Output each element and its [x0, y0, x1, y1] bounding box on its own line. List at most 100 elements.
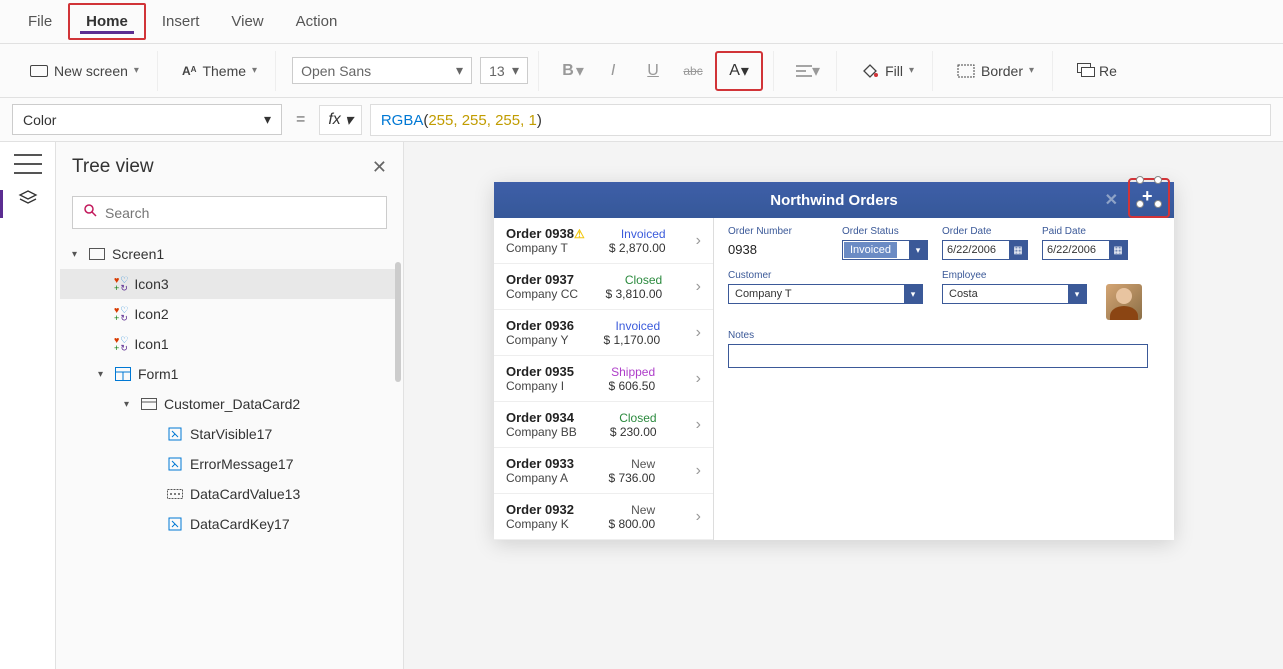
- tree-node-label: ErrorMessage17: [190, 456, 294, 472]
- chevron-down-icon: ▾: [909, 241, 927, 259]
- app-body: Order 0938⚠Company TInvoiced$ 2,870.00›O…: [494, 218, 1174, 540]
- formula-input[interactable]: RGBA(255, 255, 255, 1): [370, 104, 1271, 136]
- tree-view-panel: Tree view ✕ ▾Screen1♥♡+↻Icon3♥♡+↻Icon2♥♡…: [56, 142, 404, 669]
- hamburger-button[interactable]: [14, 154, 42, 174]
- tree-node[interactable]: ♥♡+↻Icon1: [60, 329, 399, 359]
- new-screen-label: New screen: [54, 63, 128, 79]
- order-list-item[interactable]: Order 0934Company BBClosed$ 230.00›: [494, 402, 713, 448]
- align-button[interactable]: ▾: [790, 55, 826, 87]
- screen-icon: [30, 65, 48, 77]
- menu-insert[interactable]: Insert: [146, 5, 216, 38]
- customer-select[interactable]: Company T ▾: [728, 284, 923, 304]
- selection-handles[interactable]: +: [1128, 178, 1170, 218]
- theme-button[interactable]: Aᴬ Theme ▾: [174, 59, 265, 83]
- canvas[interactable]: Northwind Orders + ✕ Order 0938⚠Company …: [404, 142, 1283, 669]
- tree-node[interactable]: ♥♡+↻Icon3: [60, 269, 399, 299]
- order-status-select[interactable]: Invoiced ▾: [842, 240, 928, 260]
- tree-list: ▾Screen1♥♡+↻Icon3♥♡+↻Icon2♥♡+↻Icon1▾Form…: [56, 239, 403, 669]
- tree-node[interactable]: ♥♡+↻Icon2: [60, 299, 399, 329]
- new-screen-button[interactable]: New screen ▾: [22, 59, 147, 83]
- menu-file[interactable]: File: [12, 5, 68, 38]
- equals-label: =: [290, 111, 311, 129]
- app-header: Northwind Orders + ✕: [494, 182, 1174, 218]
- chevron-right-icon: ›: [696, 324, 701, 342]
- order-list-item[interactable]: Order 0935Company IShipped$ 606.50›: [494, 356, 713, 402]
- tree-node-label: DataCardKey17: [190, 516, 290, 532]
- order-list-item[interactable]: Order 0937Company CCClosed$ 3,810.00›: [494, 264, 713, 310]
- chevron-down-icon: ▾: [904, 285, 922, 303]
- theme-icon: Aᴬ: [182, 64, 197, 78]
- underline-button[interactable]: U: [635, 55, 671, 87]
- align-icon: [796, 64, 812, 78]
- menu-view[interactable]: View: [215, 5, 279, 38]
- calendar-icon: ▦: [1109, 241, 1127, 259]
- border-icon: [957, 64, 975, 78]
- chevron-right-icon: ›: [696, 370, 701, 388]
- tree-node-label: Icon2: [134, 306, 168, 322]
- chevron-down-icon: ▾: [456, 62, 463, 79]
- order-list[interactable]: Order 0938⚠Company TInvoiced$ 2,870.00›O…: [494, 218, 714, 540]
- fx-button[interactable]: fx▾: [319, 105, 361, 135]
- italic-button[interactable]: I: [595, 55, 631, 87]
- tree-node-label: Customer_DataCard2: [164, 396, 300, 412]
- tree-node[interactable]: StarVisible17: [60, 419, 399, 449]
- bold-button[interactable]: B▾: [555, 55, 591, 87]
- border-label: Border: [981, 63, 1023, 79]
- label-customer: Customer: [728, 270, 928, 281]
- order-list-item[interactable]: Order 0936Company YInvoiced$ 1,170.00›: [494, 310, 713, 356]
- border-button[interactable]: Border ▾: [949, 59, 1042, 83]
- chevron-down-icon: ▾: [134, 65, 139, 76]
- fill-button[interactable]: Fill ▾: [853, 59, 922, 83]
- tree-node[interactable]: ▾Form1: [60, 359, 399, 389]
- font-size-select[interactable]: 13 ▾: [480, 57, 528, 84]
- close-icon[interactable]: ✕: [372, 157, 387, 178]
- label-paid-date: Paid Date: [1042, 226, 1128, 237]
- chevron-down-icon: ▾: [1029, 65, 1034, 76]
- font-name-select[interactable]: Open Sans ▾: [292, 57, 472, 84]
- chevron-down-icon: ▾: [264, 111, 271, 128]
- menu-home[interactable]: Home: [68, 3, 146, 40]
- scrollbar-thumb[interactable]: [395, 262, 401, 382]
- reorder-icon: [1077, 63, 1093, 79]
- tree-node[interactable]: ErrorMessage17: [60, 449, 399, 479]
- tree-node[interactable]: DataCardKey17: [60, 509, 399, 539]
- order-date-input[interactable]: 6/22/2006 ▦: [942, 240, 1028, 260]
- app-preview: Northwind Orders + ✕ Order 0938⚠Company …: [494, 182, 1174, 540]
- tree-node-label: StarVisible17: [190, 426, 272, 442]
- label-order-number: Order Number: [728, 226, 828, 237]
- reorder-button[interactable]: Re: [1069, 59, 1125, 83]
- order-list-item[interactable]: Order 0932Company KNew$ 800.00›: [494, 494, 713, 540]
- tree-node[interactable]: ▾Screen1: [60, 239, 399, 269]
- strikethrough-button[interactable]: abc: [675, 55, 711, 87]
- chevron-down-icon: ▾: [1068, 285, 1086, 303]
- layers-icon: [18, 190, 38, 206]
- tree-search[interactable]: [72, 196, 387, 229]
- property-select[interactable]: Color ▾: [12, 104, 282, 135]
- chevron-right-icon: ›: [696, 232, 701, 250]
- menu-action[interactable]: Action: [280, 5, 354, 38]
- chevron-down-icon: ▾: [909, 65, 914, 76]
- employee-select[interactable]: Costa ▾: [942, 284, 1087, 304]
- cancel-icon[interactable]: ✕: [1105, 190, 1118, 210]
- order-list-item[interactable]: Order 0933Company ANew$ 736.00›: [494, 448, 713, 494]
- tree-node-label: Form1: [138, 366, 178, 382]
- font-color-button-highlighted[interactable]: A▾: [715, 51, 763, 91]
- chevron-right-icon: ›: [696, 416, 701, 434]
- property-value: Color: [23, 112, 56, 128]
- order-list-item[interactable]: Order 0938⚠Company TInvoiced$ 2,870.00›: [494, 218, 713, 264]
- label-order-status: Order Status: [842, 226, 928, 237]
- tree-node[interactable]: DataCardValue13: [60, 479, 399, 509]
- formula-fn: RGBA: [381, 112, 424, 129]
- tree-node[interactable]: ▾Customer_DataCard2: [60, 389, 399, 419]
- notes-input[interactable]: [728, 344, 1148, 368]
- chevron-down-icon: ▾: [252, 65, 257, 76]
- tree-view-tab[interactable]: [18, 190, 38, 206]
- search-input[interactable]: [105, 205, 376, 221]
- employee-avatar: [1106, 284, 1142, 320]
- font-name-value: Open Sans: [301, 63, 371, 79]
- paid-date-input[interactable]: 6/22/2006 ▦: [1042, 240, 1128, 260]
- label-notes: Notes: [728, 330, 1148, 341]
- search-icon: [83, 203, 97, 222]
- chevron-right-icon: ›: [696, 462, 701, 480]
- formula-bar: Color ▾ = fx▾ RGBA(255, 255, 255, 1): [0, 98, 1283, 142]
